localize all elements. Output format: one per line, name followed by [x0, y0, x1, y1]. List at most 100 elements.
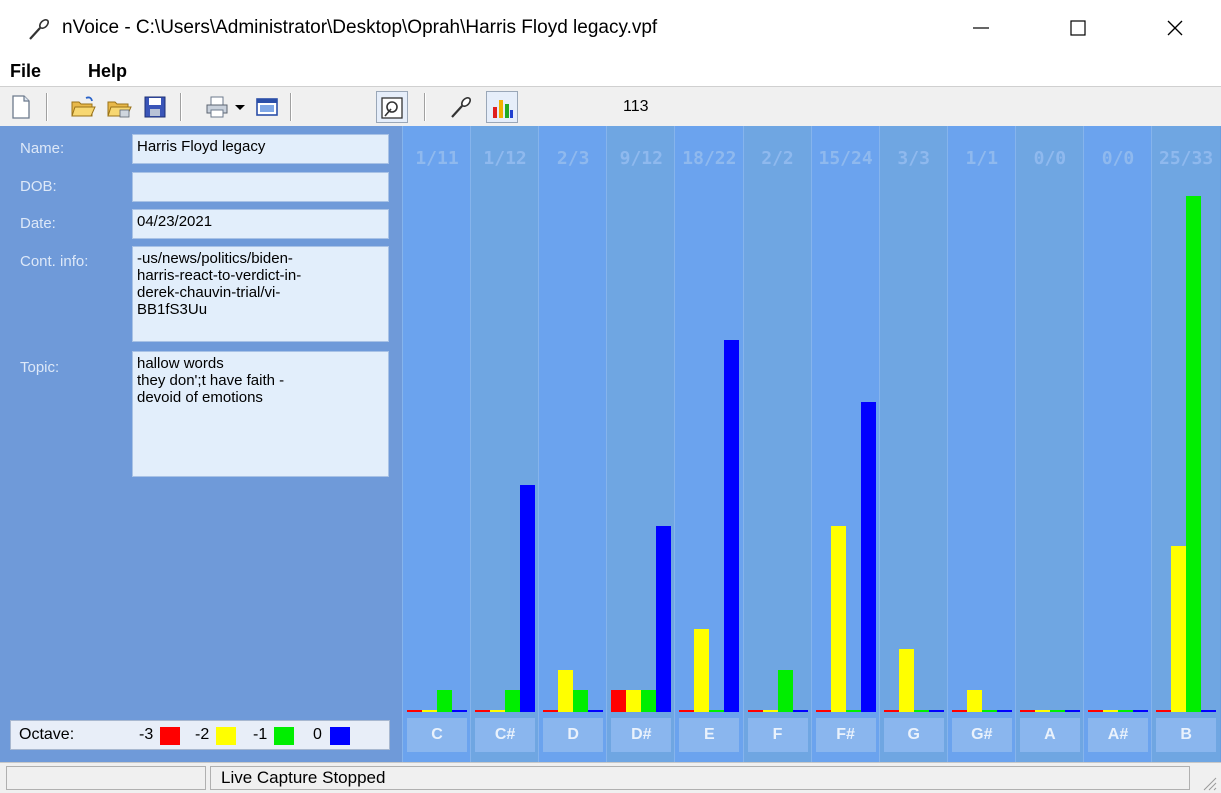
- bar-baseline: [1049, 710, 1065, 712]
- legend-label-minus1: -1: [253, 726, 268, 743]
- resize-grip-icon[interactable]: [1199, 773, 1217, 791]
- new-file-icon[interactable]: [8, 94, 34, 120]
- note-bar: [860, 402, 876, 711]
- note-bar: [1186, 196, 1202, 711]
- toolbar: [0, 86, 1221, 127]
- column-ratio-label: 15/24: [818, 148, 873, 169]
- column-ratio-label: 1/11: [415, 148, 459, 169]
- column-ratio-label: 25/33: [1159, 148, 1214, 169]
- bar-baseline: [883, 710, 899, 712]
- legend-label-minus2: -2: [195, 726, 210, 743]
- toolbar-separator: [424, 93, 426, 121]
- note-bar: [898, 649, 914, 711]
- save-icon[interactable]: [142, 94, 168, 120]
- status-pane-capture: Live Capture Stopped: [210, 766, 1190, 790]
- dob-field[interactable]: [132, 172, 389, 202]
- legend-swatch-minus1: [274, 727, 294, 745]
- bar-baseline: [709, 710, 725, 712]
- record-settings-icon[interactable]: [379, 95, 405, 121]
- status-pane-left: [6, 766, 206, 790]
- maximize-icon: [1070, 20, 1086, 36]
- bar-baseline: [815, 710, 831, 712]
- bar-baseline: [407, 710, 422, 712]
- legend-swatch-zero: [330, 727, 350, 745]
- bar-baseline: [1156, 710, 1172, 712]
- contact-info-field[interactable]: -us/news/politics/biden- harris-react-to…: [132, 246, 389, 342]
- menu-help[interactable]: Help: [88, 61, 127, 82]
- note-bar: [724, 340, 740, 711]
- bar-baseline: [1201, 710, 1217, 712]
- dropdown-arrow-icon[interactable]: [232, 94, 248, 120]
- bar-baseline: [1103, 710, 1118, 712]
- note-label: G: [883, 718, 944, 752]
- bar-baseline: [452, 710, 467, 712]
- chart-column: 2/2 F: [742, 126, 812, 762]
- note-bar: [520, 484, 536, 711]
- status-bar: Live Capture Stopped: [0, 762, 1221, 793]
- bar-baseline: [422, 710, 437, 712]
- maximize-button[interactable]: [1055, 8, 1101, 48]
- open-folder-icon[interactable]: [70, 94, 96, 120]
- octave-legend: Octave: -3 -2 -1 0: [10, 720, 390, 750]
- chart-column: 2/3 D: [538, 126, 608, 762]
- chart-column: 1/12 C#: [470, 126, 540, 762]
- note-bar: [626, 690, 642, 711]
- note-label: C#: [475, 718, 536, 752]
- note-label: A: [1019, 718, 1080, 752]
- bar-baseline: [762, 710, 778, 712]
- name-field[interactable]: Harris Floyd legacy: [132, 134, 389, 164]
- chart-column: 0/0 A: [1014, 126, 1084, 762]
- note-histogram-chart: 1/11 C 1/12 C# 2/3 D 9/12 D# 18/22 E 2/2 F 15/24 F# 3/…: [402, 126, 1221, 762]
- column-ratio-label: 2/2: [761, 148, 794, 169]
- close-icon: [1167, 20, 1183, 36]
- bar-baseline: [1118, 710, 1133, 712]
- bar-baseline: [845, 710, 861, 712]
- bar-baseline: [913, 710, 929, 712]
- legend-swatch-minus2: [216, 727, 236, 745]
- note-bar: [573, 690, 589, 711]
- column-ratio-label: 18/22: [682, 148, 737, 169]
- title-bar: nVoice - C:\Users\Administrator\Desktop\…: [0, 0, 1221, 58]
- column-ratio-label: 9/12: [619, 148, 663, 169]
- chart-column: 18/22 E: [674, 126, 744, 762]
- note-bar: [830, 525, 846, 711]
- bar-chart-icon[interactable]: [489, 95, 515, 121]
- minimize-button[interactable]: [958, 8, 1004, 48]
- legend-label-zero: 0: [313, 726, 322, 743]
- bar-baseline: [1064, 710, 1080, 712]
- bar-baseline: [1133, 710, 1148, 712]
- bar-baseline: [679, 710, 695, 712]
- chart-column: 1/1 G#: [946, 126, 1016, 762]
- print-icon[interactable]: [204, 94, 230, 120]
- chart-column: 3/3 G: [878, 126, 948, 762]
- minimize-icon: [973, 27, 989, 29]
- bar-baseline: [792, 710, 808, 712]
- contact-info-label: Cont. info:: [20, 253, 89, 270]
- microphone-icon: [29, 19, 49, 40]
- menu-file[interactable]: File: [10, 61, 41, 82]
- chart-column: 9/12 D#: [606, 126, 676, 762]
- sample-counter: 113: [623, 98, 649, 115]
- legend-swatch-minus3: [160, 727, 180, 745]
- open-folder-alt-icon[interactable]: [106, 94, 132, 120]
- microphone-icon[interactable]: [448, 94, 474, 120]
- toolbar-separator: [290, 93, 292, 121]
- toolbar-separator: [46, 93, 48, 121]
- dob-label: DOB:: [20, 178, 57, 195]
- topic-field[interactable]: hallow words they don';t have faith - de…: [132, 351, 389, 477]
- note-bar: [505, 690, 521, 711]
- close-button[interactable]: [1152, 8, 1198, 48]
- window-icon[interactable]: [254, 94, 280, 120]
- note-bar: [694, 628, 710, 711]
- column-ratio-label: 0/0: [1101, 148, 1135, 169]
- note-label: C: [407, 718, 467, 752]
- chart-column: 25/33 B: [1151, 126, 1221, 762]
- note-label: F#: [815, 718, 876, 752]
- bar-baseline: [588, 710, 604, 712]
- note-bar: [437, 690, 452, 711]
- date-field[interactable]: 04/23/2021: [132, 209, 389, 239]
- note-label: B: [1156, 718, 1217, 752]
- bar-baseline: [981, 710, 997, 712]
- chart-column: 0/0 A#: [1083, 126, 1153, 762]
- info-panel: Name: Harris Floyd legacy DOB: Date: 04/…: [0, 126, 402, 762]
